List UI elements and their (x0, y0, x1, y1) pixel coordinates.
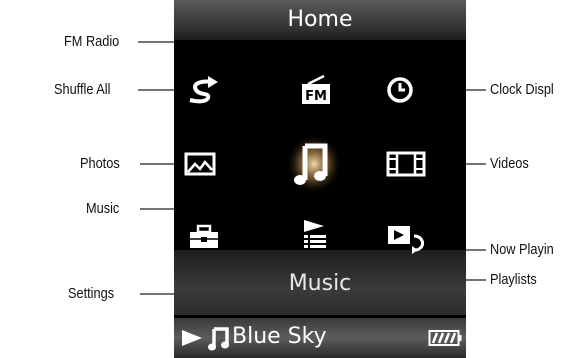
focused-item-label: Music (288, 271, 352, 296)
fm-radio-icon[interactable]: FM (300, 75, 332, 105)
photos-icon[interactable] (184, 152, 216, 178)
now-playing-icon[interactable] (386, 224, 428, 256)
svg-text:FM: FM (305, 89, 327, 104)
callout-clock-display: Clock Displ (490, 81, 554, 98)
videos-icon[interactable] (386, 150, 426, 178)
callout-photos: Photos (80, 155, 120, 172)
callout-videos: Videos (490, 155, 529, 172)
header-title: Home (287, 7, 353, 32)
status-bar: Blue Sky (174, 318, 466, 358)
settings-icon[interactable] (188, 224, 220, 250)
battery-icon (428, 330, 462, 346)
now-playing-track-title: Blue Sky (232, 324, 327, 349)
callout-settings: Settings (68, 285, 115, 302)
play-icon (182, 330, 202, 346)
callout-now-playing: Now Playin (490, 241, 554, 258)
callout-playlists: Playlists (490, 271, 537, 288)
callout-shuffle-all: Shuffle All (54, 81, 111, 98)
shuffle-all-icon[interactable] (186, 76, 222, 104)
clock-display-icon[interactable] (386, 76, 414, 104)
music-icon[interactable] (284, 132, 344, 196)
music-note-icon (208, 327, 229, 351)
screen-header: Home (174, 0, 466, 40)
device-screen: Home Music FM Blue Sky (174, 0, 466, 358)
playlists-icon[interactable] (300, 218, 330, 250)
callout-music: Music (86, 200, 120, 217)
callout-fm-radio: FM Radio (64, 33, 120, 50)
